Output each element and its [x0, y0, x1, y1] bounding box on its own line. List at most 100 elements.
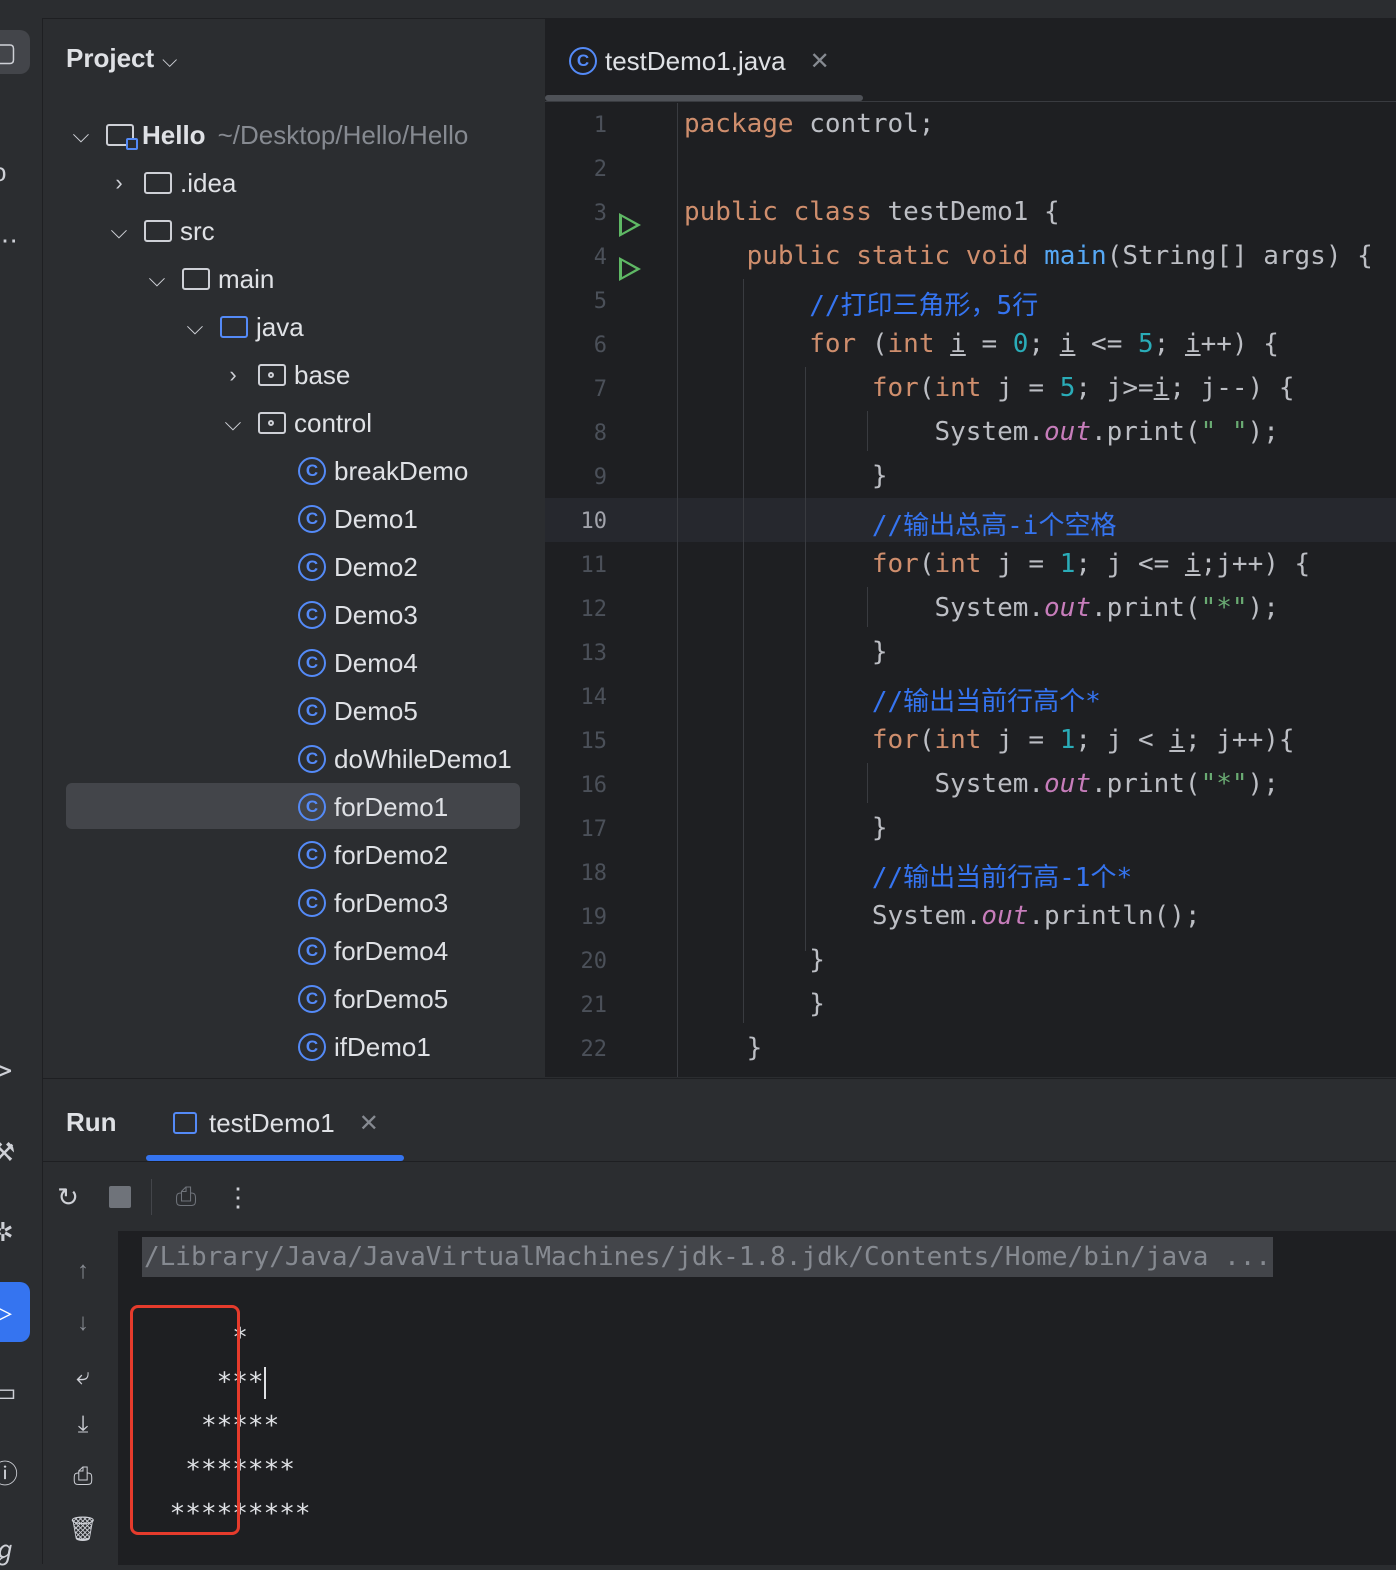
tree-item-class[interactable]: CforDemo1: [298, 785, 448, 829]
tree-item-label: forDemo4: [334, 935, 449, 966]
code-line-22[interactable]: }: [684, 1033, 763, 1063]
tree-item-label: java: [256, 311, 304, 342]
editor-tab-bar: C testDemo1.java ✕: [545, 19, 1396, 102]
tree-item-idea[interactable]: › .idea: [108, 161, 236, 205]
close-icon[interactable]: ✕: [359, 1109, 379, 1138]
scroll-to-end-icon[interactable]: ⤓: [65, 1407, 101, 1443]
tree-item-class[interactable]: C Demo4: [298, 641, 418, 685]
code-line-7[interactable]: for(int j = 5; j>=i; j--) {: [684, 373, 1295, 403]
project-tool-icon[interactable]: ▢: [0, 30, 30, 74]
code-line-10[interactable]: //输出总高-i个空格: [684, 505, 1117, 542]
line-number: 3: [593, 201, 607, 226]
code-line-21[interactable]: }: [684, 989, 825, 1019]
line-number: 12: [580, 597, 608, 622]
tree-item-class[interactable]: CforDemo3: [298, 881, 448, 925]
code-line-19[interactable]: System.out.println();: [684, 901, 1201, 931]
scroll-up-icon[interactable]: ↑: [65, 1253, 101, 1289]
code-line-16[interactable]: System.out.print("*");: [684, 769, 1278, 799]
more-tools-icon[interactable]: ⋯: [0, 218, 30, 262]
tree-item-label: src: [180, 215, 215, 246]
code-line-14[interactable]: //输出当前行高个*: [684, 681, 1101, 718]
editor-tab-testdemo1[interactable]: C testDemo1.java ✕: [569, 41, 830, 81]
stop-icon[interactable]: [100, 1177, 140, 1217]
tree-item-class[interactable]: CifDemo1: [298, 1025, 431, 1069]
chevron-down-icon[interactable]: ⌵: [222, 410, 244, 436]
code-line-12[interactable]: System.out.print("*");: [684, 593, 1278, 623]
line-number: 18: [580, 861, 608, 886]
code-line-4[interactable]: public static void main(String[] args) {: [684, 241, 1373, 271]
code-line-17[interactable]: }: [684, 813, 888, 843]
commit-tool-icon[interactable]: o: [0, 150, 30, 194]
tree-item-class[interactable]: CdoWhileDemo1: [298, 737, 512, 781]
tree-item-class[interactable]: CforDemo2: [298, 833, 448, 877]
tree-item-label: Demo4: [334, 647, 418, 678]
code-line-3[interactable]: public class testDemo1 {: [684, 197, 1060, 227]
chevron-right-icon[interactable]: ›: [108, 170, 130, 196]
build-tool-icon[interactable]: ⚒: [0, 1130, 30, 1174]
debug-tool-icon[interactable]: ✲: [0, 1210, 30, 1254]
console-output[interactable]: /Library/Java/JavaVirtualMachines/jdk-1.…: [118, 1231, 1396, 1565]
chevron-down-icon[interactable]: ⌵: [70, 122, 92, 148]
run-tool-icon[interactable]: ▷: [0, 1282, 30, 1342]
trash-icon[interactable]: 🗑: [65, 1511, 101, 1547]
chevron-down-icon[interactable]: ⌵: [184, 314, 206, 340]
tree-item-java[interactable]: ⌵ java: [184, 305, 304, 349]
tree-item-class[interactable]: CbreakDemo: [298, 449, 468, 493]
class-icon: C: [298, 745, 326, 773]
close-icon[interactable]: ✕: [810, 47, 830, 76]
tree-item-path: ~/Desktop/Hello/Hello: [217, 119, 469, 150]
chevron-down-icon[interactable]: ⌵: [108, 218, 130, 244]
scroll-down-icon[interactable]: ↓: [65, 1305, 101, 1341]
code-line-13[interactable]: }: [684, 637, 888, 667]
terminal-tool-icon[interactable]: ▭: [0, 1370, 30, 1414]
tree-item-main[interactable]: ⌵ main: [146, 257, 275, 301]
tree-item-class[interactable]: C Demo3: [298, 593, 418, 637]
code-line-18[interactable]: //输出当前行高-1个*: [684, 857, 1132, 894]
code-line-1[interactable]: package control;: [684, 109, 934, 139]
tree-item-class[interactable]: C Demo2: [298, 545, 418, 589]
code-line-20[interactable]: }: [684, 945, 825, 975]
tree-item-class[interactable]: C Demo5: [298, 689, 418, 733]
camera-icon[interactable]: ⎙: [166, 1177, 206, 1217]
class-icon: C: [298, 457, 326, 485]
toolbar-divider: [151, 1179, 152, 1215]
run-triangle-icon[interactable]: [619, 257, 641, 281]
line-number: 22: [580, 1037, 608, 1062]
chevron-down-icon[interactable]: ⌵: [162, 50, 177, 72]
tree-item-label: doWhileDemo1: [334, 743, 512, 774]
tree-item-class[interactable]: CforDemo5: [298, 977, 448, 1021]
services-tool-icon[interactable]: ⊳: [0, 1048, 30, 1092]
project-panel-title[interactable]: Project ⌵: [66, 43, 177, 74]
tree-item-src[interactable]: ⌵ src: [108, 209, 215, 253]
folder-icon: [144, 220, 172, 242]
chevron-right-icon[interactable]: ›: [222, 362, 244, 388]
tree-item-control[interactable]: ⌵ control: [222, 401, 372, 445]
print-icon[interactable]: ⎙: [65, 1459, 101, 1495]
soft-wrap-icon[interactable]: ⤶: [65, 1359, 101, 1395]
code-line-9[interactable]: }: [684, 461, 888, 491]
code-line-11[interactable]: for(int j = 1; j <= i;j++) {: [684, 549, 1310, 579]
git-tool-icon[interactable]: ℊ: [0, 1526, 30, 1570]
console-command-line[interactable]: /Library/Java/JavaVirtualMachines/jdk-1.…: [142, 1237, 1274, 1277]
line-number: 7: [593, 377, 607, 402]
problems-tool-icon[interactable]: ⓘ: [0, 1450, 30, 1494]
tree-item-label: Demo2: [334, 551, 418, 582]
chevron-down-icon[interactable]: ⌵: [146, 266, 168, 292]
class-icon: C: [569, 47, 597, 75]
more-vertical-icon[interactable]: ⋮: [218, 1177, 258, 1217]
editor-scroll-indicator: [545, 95, 863, 101]
tree-item-class[interactable]: CforDemo4: [298, 929, 448, 973]
code-line-6[interactable]: for (int i = 0; i <= 5; i++) {: [684, 329, 1279, 359]
tree-item-base[interactable]: › base: [222, 353, 350, 397]
run-tab-testdemo1[interactable]: testDemo1 ✕: [173, 1105, 379, 1141]
run-triangle-icon[interactable]: [619, 213, 641, 237]
code-line-8[interactable]: System.out.print(" ");: [684, 417, 1278, 447]
class-icon: C: [298, 553, 326, 581]
tree-item-class[interactable]: C Demo1: [298, 497, 418, 541]
tree-item-label: Demo1: [334, 503, 418, 534]
tree-item-hello[interactable]: ⌵ Hello ~/Desktop/Hello/Hello: [70, 113, 468, 157]
line-number: 15: [580, 729, 608, 754]
rerun-icon[interactable]: ↻: [48, 1177, 88, 1217]
code-line-5[interactable]: //打印三角形，5行: [684, 285, 1038, 322]
code-line-15[interactable]: for(int j = 1; j < i; j++){: [684, 725, 1295, 755]
